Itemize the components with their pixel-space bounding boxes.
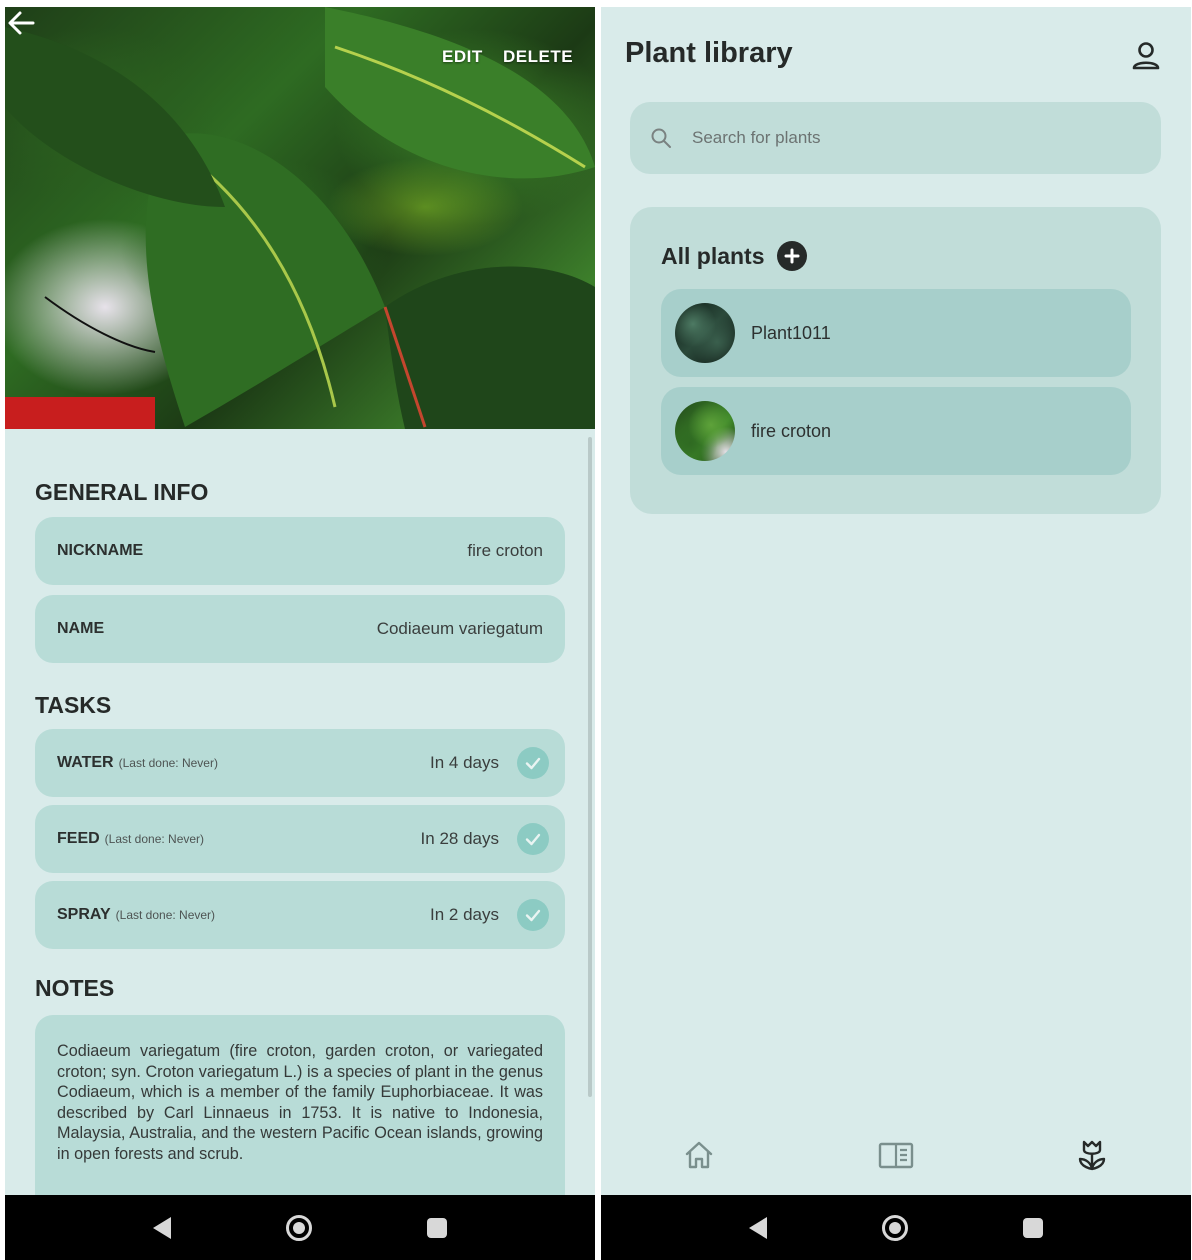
back-arrow-icon[interactable] xyxy=(5,7,37,39)
task-due: In 28 days xyxy=(420,829,499,848)
plant-name: fire croton xyxy=(751,420,832,441)
search-icon xyxy=(651,128,671,148)
system-nav-bar xyxy=(601,1195,1191,1260)
profile-icon[interactable] xyxy=(1129,39,1163,73)
bottom-tab-bar xyxy=(601,1135,1191,1185)
task-last-done: (Last done: Never) xyxy=(115,908,216,922)
plant-list-item[interactable]: fire croton xyxy=(661,387,1131,475)
all-plants-title: All plants xyxy=(661,242,765,269)
nickname-value: fire croton xyxy=(467,541,543,560)
check-icon[interactable] xyxy=(517,899,549,931)
name-label: NAME xyxy=(57,620,105,637)
system-home-icon[interactable] xyxy=(285,1214,312,1241)
task-feed: FEED (Last done: Never) In 28 days xyxy=(35,805,565,873)
system-recents-icon[interactable] xyxy=(427,1217,448,1238)
name-card: NAME Codiaeum variegatum xyxy=(35,595,565,663)
system-back-icon[interactable] xyxy=(152,1216,171,1239)
catalog-icon[interactable] xyxy=(876,1135,916,1175)
task-due: In 2 days xyxy=(430,905,499,924)
search-bar[interactable] xyxy=(630,102,1161,174)
home-icon[interactable] xyxy=(679,1135,719,1175)
name-value: Codiaeum variegatum xyxy=(376,619,543,638)
task-spray: SPRAY (Last done: Never) In 2 days xyxy=(35,881,565,949)
plant-photo: EDIT DELETE xyxy=(5,7,595,429)
plant-name: Plant1011 xyxy=(751,322,831,343)
nickname-label: NICKNAME xyxy=(57,542,144,559)
page-title: Plant library xyxy=(625,37,793,69)
search-input[interactable] xyxy=(690,127,1114,149)
task-label: FEED xyxy=(57,830,100,847)
tasks-title: TASKS xyxy=(35,692,112,718)
check-icon[interactable] xyxy=(517,747,549,779)
all-plants-panel: All plants Plant1011 fire croton xyxy=(630,207,1161,514)
plant-library-screen: Plant library All plants Plant1011 fire … xyxy=(601,7,1191,1260)
check-icon[interactable] xyxy=(517,823,549,855)
plant-icon[interactable] xyxy=(1072,1135,1112,1175)
plant-avatar xyxy=(675,401,735,461)
all-plants-header: All plants xyxy=(661,241,807,271)
task-last-done: (Last done: Never) xyxy=(104,832,205,846)
system-recents-icon[interactable] xyxy=(1023,1217,1044,1238)
nickname-card: NICKNAME fire croton xyxy=(35,517,565,585)
task-due: In 4 days xyxy=(430,753,499,772)
plant-avatar xyxy=(675,303,735,363)
plant-detail-screen: EDIT DELETE GENERAL INFO NICKNAME fire c… xyxy=(5,7,595,1260)
plant-list-item[interactable]: Plant1011 xyxy=(661,289,1131,377)
edit-button[interactable]: EDIT xyxy=(442,47,483,67)
general-info-title: GENERAL INFO xyxy=(35,479,209,505)
delete-button[interactable]: DELETE xyxy=(503,47,573,67)
task-water: WATER (Last done: Never) In 4 days xyxy=(35,729,565,797)
system-back-icon[interactable] xyxy=(748,1216,767,1239)
system-nav-bar xyxy=(5,1195,595,1260)
task-label: WATER xyxy=(57,754,114,771)
task-label: SPRAY xyxy=(57,906,111,923)
system-home-icon[interactable] xyxy=(881,1214,908,1241)
add-plant-icon[interactable] xyxy=(776,241,807,271)
task-last-done: (Last done: Never) xyxy=(118,756,218,770)
scrollbar[interactable] xyxy=(588,437,592,1097)
notes-title: NOTES xyxy=(35,975,115,1001)
